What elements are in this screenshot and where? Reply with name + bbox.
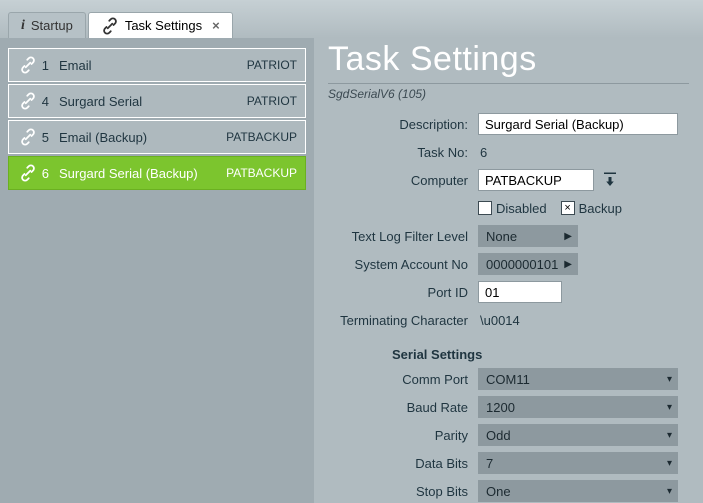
task-computer: PATRIOT	[209, 58, 297, 72]
baud-rate-dropdown[interactable]: 1200 ▾	[478, 396, 678, 418]
parity-dropdown[interactable]: Odd ▾	[478, 424, 678, 446]
label-term-char: Terminating Character	[328, 313, 478, 328]
link-icon	[101, 17, 119, 35]
link-icon	[17, 128, 39, 146]
tab-task-settings[interactable]: Task Settings ×	[88, 12, 233, 38]
task-name: Surgard Serial	[59, 94, 209, 109]
label-comm-port: Comm Port	[328, 372, 478, 387]
task-computer: PATBACKUP	[209, 166, 297, 180]
task-name: Surgard Serial (Backup)	[59, 166, 209, 181]
link-icon	[17, 164, 39, 182]
close-icon[interactable]: ×	[212, 18, 220, 33]
label-baud-rate: Baud Rate	[328, 400, 478, 415]
task-number: 6	[39, 166, 59, 181]
backup-label: Backup	[579, 201, 622, 216]
disabled-checkbox[interactable]: Disabled	[478, 201, 547, 216]
task-computer: PATRIOT	[209, 94, 297, 108]
tab-label: Task Settings	[125, 18, 202, 33]
label-port-id: Port ID	[328, 285, 478, 300]
dropdown-value: COM11	[486, 372, 530, 387]
dropdown-value: 0000000101	[486, 257, 558, 272]
task-row[interactable]: 4Surgard SerialPATRIOT	[8, 84, 306, 118]
tab-startup[interactable]: i Startup	[8, 12, 86, 38]
data-bits-dropdown[interactable]: 7 ▾	[478, 452, 678, 474]
port-id-input[interactable]	[478, 281, 562, 303]
task-settings-panel: Task Settings SgdSerialV6 (105) Descript…	[314, 38, 703, 503]
backup-checkbox[interactable]: × Backup	[561, 201, 622, 216]
tab-bar: i Startup Task Settings ×	[0, 0, 703, 38]
label-text-log-filter: Text Log Filter Level	[328, 229, 478, 244]
term-char-value: \u0014	[478, 313, 520, 328]
chevron-down-icon: ▾	[667, 430, 672, 441]
label-data-bits: Data Bits	[328, 456, 478, 471]
label-task-no: Task No:	[328, 145, 478, 160]
disabled-label: Disabled	[496, 201, 547, 216]
task-no-value: 6	[478, 145, 487, 160]
task-row[interactable]: 6Surgard Serial (Backup)PATBACKUP	[8, 156, 306, 190]
task-number: 1	[39, 58, 59, 73]
tab-label: Startup	[31, 18, 73, 33]
task-row[interactable]: 1EmailPATRIOT	[8, 48, 306, 82]
label-computer: Computer	[328, 173, 478, 188]
chevron-down-icon: ▾	[667, 402, 672, 413]
task-name: Email (Backup)	[59, 130, 209, 145]
label-system-account: System Account No	[328, 257, 478, 272]
link-icon	[17, 92, 39, 110]
dropdown-value: Odd	[486, 428, 511, 443]
chevron-down-icon: ▾	[667, 486, 672, 497]
comm-port-dropdown[interactable]: COM11 ▾	[478, 368, 678, 390]
stop-bits-dropdown[interactable]: One ▾	[478, 480, 678, 502]
task-number: 4	[39, 94, 59, 109]
task-number: 5	[39, 130, 59, 145]
link-icon	[17, 56, 39, 74]
chevron-right-icon: ▶	[564, 231, 572, 242]
description-input[interactable]	[478, 113, 678, 135]
task-list: 1EmailPATRIOT4Surgard SerialPATRIOT5Emai…	[0, 38, 314, 503]
system-account-dropdown[interactable]: 0000000101 ▶	[478, 253, 578, 275]
chevron-down-icon: ▾	[667, 374, 672, 385]
chevron-down-icon: ▾	[667, 458, 672, 469]
task-computer: PATBACKUP	[209, 130, 297, 144]
dropdown-value: 1200	[486, 400, 515, 415]
dropdown-value: One	[486, 484, 511, 499]
task-type-subtitle: SgdSerialV6 (105)	[328, 83, 689, 101]
info-icon: i	[21, 18, 25, 34]
label-description: Description:	[328, 117, 478, 132]
dropdown-value: 7	[486, 456, 493, 471]
serial-settings-header: Serial Settings	[392, 347, 689, 362]
task-row[interactable]: 5Email (Backup)PATBACKUP	[8, 120, 306, 154]
label-parity: Parity	[328, 428, 478, 443]
text-log-filter-dropdown[interactable]: None ▶	[478, 225, 578, 247]
label-stop-bits: Stop Bits	[328, 484, 478, 499]
chevron-right-icon: ▶	[564, 259, 572, 270]
dropdown-value: None	[486, 229, 517, 244]
page-title: Task Settings	[328, 40, 689, 79]
computer-input[interactable]	[478, 169, 594, 191]
import-icon[interactable]	[600, 170, 620, 190]
task-name: Email	[59, 58, 209, 73]
